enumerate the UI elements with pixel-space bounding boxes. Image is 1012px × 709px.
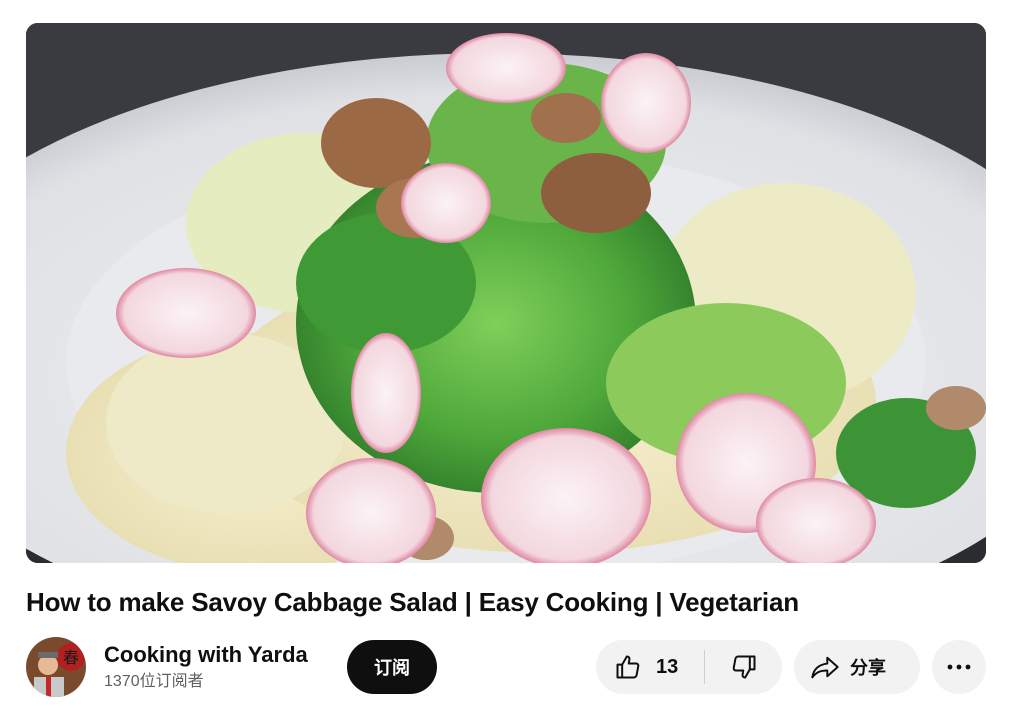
share-button[interactable]: 分享	[794, 640, 920, 694]
video-player[interactable]	[26, 23, 986, 563]
subscriber-count: 1370位订阅者	[104, 673, 204, 690]
video-frame	[26, 23, 986, 563]
video-title: How to make Savoy Cabbage Salad | Easy C…	[26, 587, 799, 617]
like-dislike-group: 13	[596, 640, 782, 694]
like-count: 13	[656, 655, 679, 678]
more-options-button[interactable]	[932, 640, 986, 694]
thumbs-down-icon	[730, 653, 758, 681]
dislike-button[interactable]	[705, 640, 782, 694]
channel-avatar[interactable]: 春	[26, 637, 86, 697]
channel-info: Cooking with Yarda 1370位订阅者	[104, 641, 308, 693]
channel-name[interactable]: Cooking with Yarda	[104, 641, 308, 669]
share-label: 分享	[850, 658, 886, 679]
svg-text:春: 春	[63, 648, 79, 667]
share-group: 分享	[794, 640, 920, 694]
like-button[interactable]: 13	[596, 640, 704, 694]
more-actions-group	[932, 640, 986, 694]
channel-owner: 春 Cooking with Yarda 1370位订阅者	[26, 637, 308, 697]
more-options-icon	[947, 664, 971, 670]
thumbs-up-icon	[614, 653, 642, 681]
subscribe-button[interactable]: 订阅	[347, 640, 437, 694]
share-arrow-icon	[810, 653, 840, 681]
